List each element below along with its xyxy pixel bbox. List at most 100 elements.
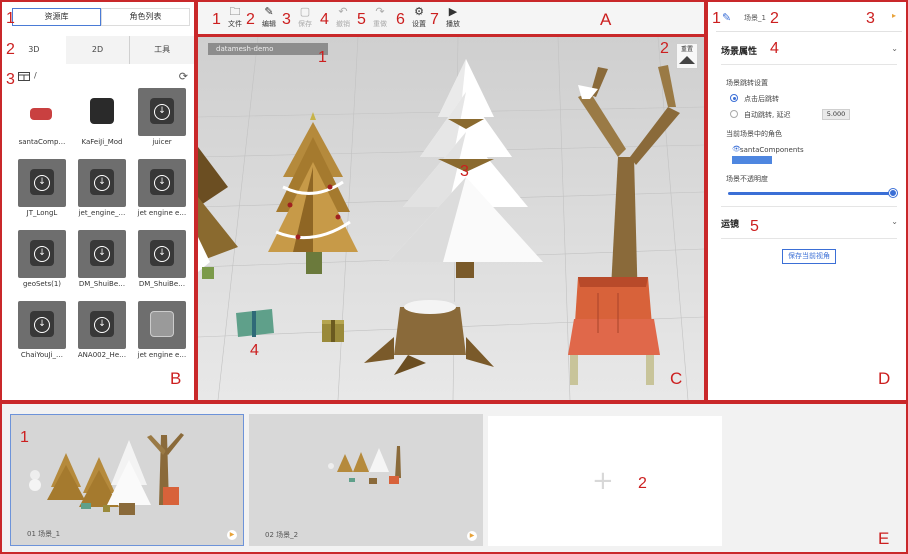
- chevron-down-icon[interactable]: ⌄: [891, 217, 898, 226]
- asset-label: jet engine e…: [137, 209, 187, 217]
- asset-label: geoSets(1): [22, 280, 62, 288]
- radio-click-to-jump[interactable]: [730, 94, 738, 102]
- scene-card-2[interactable]: 02 场景_2 ▶: [249, 414, 483, 546]
- region-label-d: D: [878, 369, 891, 388]
- asset-label: jet_engine_…: [78, 209, 126, 217]
- asset-item[interactable]: santaComp…: [14, 88, 70, 146]
- asset-item[interactable]: jet engine e…: [134, 301, 190, 359]
- play-scene-2-icon[interactable]: ▶: [467, 531, 477, 541]
- marker-viewport-1: 1: [318, 49, 327, 66]
- chevron-down-icon[interactable]: ⌄: [891, 44, 898, 53]
- asset-item[interactable]: ↓ ChaiYouJi_…: [14, 301, 70, 359]
- asset-library-panel: 资源库 角色列表 3D 2D 工具 / ⟳ santaComp… KaFeiJi_…: [2, 2, 194, 400]
- marker-viewport-3: 3: [460, 163, 469, 180]
- current-path: /: [34, 71, 37, 80]
- asset-label: jet engine e…: [137, 351, 187, 359]
- opacity-label: 场景不透明度: [726, 175, 768, 183]
- tab-tools[interactable]: 工具: [129, 36, 194, 64]
- role-color-chip[interactable]: [732, 156, 772, 164]
- marker-left-3: 3: [6, 71, 15, 88]
- marker-bottom-1: 1: [20, 429, 29, 446]
- asset-path-bar: / ⟳: [18, 70, 188, 84]
- marker-right-1: 1: [712, 10, 721, 27]
- asset-grid: santaComp… KaFeiJi_Mod ↓ juicer ↓ JT_LongL ↓ je…: [14, 88, 190, 359]
- asset-item[interactable]: KaFeiJi_Mod: [74, 88, 130, 146]
- scene-1-thumbnail: [11, 415, 243, 545]
- download-icon: ↓: [78, 159, 126, 207]
- opacity-slider-handle[interactable]: [889, 189, 897, 197]
- asset-label: DM_ShuiBe…: [78, 280, 126, 288]
- asset-item[interactable]: ↓ juicer: [134, 88, 190, 146]
- download-icon: ↓: [78, 230, 126, 278]
- radio-auto-jump[interactable]: [730, 110, 738, 118]
- asset-item[interactable]: ↓ ANA002_He…: [74, 301, 130, 359]
- marker-right-5: 5: [750, 218, 759, 235]
- marker-left-1: 1: [6, 10, 15, 27]
- asset-item[interactable]: ↓ DM_ShuiBe…: [134, 230, 190, 288]
- refresh-icon[interactable]: ⟳: [179, 70, 188, 83]
- opacity-slider[interactable]: [728, 192, 894, 195]
- region-label-b: B: [170, 369, 182, 388]
- jump-settings-label: 场景跳转设置: [726, 79, 768, 87]
- panel-region-c: [196, 35, 706, 402]
- download-icon: ↓: [18, 230, 66, 278]
- santa-components-icon: [18, 88, 66, 136]
- region-label-e: E: [878, 529, 890, 548]
- asset-item[interactable]: ↓ DM_ShuiBe…: [74, 230, 130, 288]
- marker-right-2: 2: [770, 10, 779, 27]
- folder-tree-icon[interactable]: [18, 71, 30, 81]
- marker-left-2: 2: [6, 41, 15, 58]
- asset-label: KaFeiJi_Mod: [81, 138, 123, 146]
- play-scene-icon[interactable]: ▸: [892, 11, 896, 20]
- download-icon: ↓: [138, 230, 186, 278]
- save-current-view-button[interactable]: 保存当前视角: [782, 249, 836, 264]
- marker-right-3: 3: [866, 10, 875, 27]
- asset-label: santaComp…: [18, 138, 66, 146]
- radio-click-to-jump-label: 点击后跳转: [744, 95, 779, 103]
- radio-auto-jump-label: 自动跳转, 延迟: [744, 111, 791, 119]
- camera-section-title[interactable]: 运镜: [721, 217, 739, 230]
- scene-card-1[interactable]: 01 场景_1 ▶: [10, 414, 244, 546]
- download-icon: ↓: [138, 159, 186, 207]
- asset-label: ChaiYouJi_…: [20, 351, 64, 359]
- edit-name-icon[interactable]: ✎: [722, 11, 731, 24]
- asset-label: DM_ShuiBe…: [138, 280, 186, 288]
- properties-panel: ✎ 场景_1 ▸ 场景属性 ⌄ 场景跳转设置 点击后跳转 自动跳转, 延迟 5.…: [708, 2, 906, 400]
- download-icon: ↓: [18, 159, 66, 207]
- download-icon: ↓: [78, 301, 126, 349]
- asset-item[interactable]: ↓ jet engine e…: [134, 159, 190, 217]
- asset-label: JT_LongL: [26, 209, 58, 217]
- tab-asset-library[interactable]: 资源库: [12, 8, 101, 26]
- download-icon: ↓: [18, 301, 66, 349]
- scene-1-caption: 01 场景_1: [27, 530, 61, 538]
- asset-type-tabs: 3D 2D 工具: [2, 36, 194, 64]
- divider: [721, 64, 897, 65]
- plus-icon: +: [592, 466, 614, 496]
- scene-properties-title[interactable]: 场景属性: [721, 44, 757, 57]
- coffee-machine-icon: [78, 88, 126, 136]
- play-scene-1-icon[interactable]: ▶: [227, 530, 237, 540]
- roles-label: 当前场景中的角色: [726, 130, 782, 138]
- marker-bottom-2: 2: [638, 475, 647, 492]
- add-scene-button[interactable]: +: [488, 416, 722, 546]
- marker-right-4: 4: [770, 40, 779, 57]
- tab-2d[interactable]: 2D: [66, 36, 130, 64]
- marker-viewport-2: 2: [660, 40, 669, 57]
- asset-label: ANA002_He…: [77, 351, 127, 359]
- asset-label: juicer: [152, 138, 172, 146]
- tab-role-list[interactable]: 角色列表: [101, 8, 190, 26]
- download-icon: ↓: [138, 88, 186, 136]
- scene-name: 场景_1: [744, 14, 766, 22]
- library-tabs: 资源库 角色列表: [12, 8, 190, 26]
- role-name[interactable]: santaComponents: [740, 146, 804, 154]
- asset-item[interactable]: ↓ jet_engine_…: [74, 159, 130, 217]
- scene-2-caption: 02 场景_2: [265, 531, 299, 539]
- panel-region-a: [196, 0, 706, 36]
- asset-item[interactable]: ↓ geoSets(1): [14, 230, 70, 288]
- divider: [721, 238, 897, 239]
- scene-2-thumbnail: [249, 414, 483, 546]
- asset-item[interactable]: ↓ JT_LongL: [14, 159, 70, 217]
- delay-input[interactable]: 5.000: [822, 109, 850, 120]
- divider: [721, 206, 897, 207]
- region-label-c: C: [670, 369, 683, 388]
